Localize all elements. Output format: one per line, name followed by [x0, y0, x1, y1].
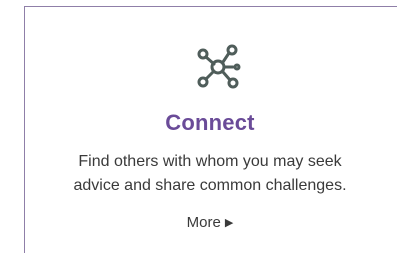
card-title: Connect: [165, 110, 255, 135]
network-connect-icon: [194, 42, 242, 92]
card-description: Find others with whom you may seek advic…: [24, 150, 396, 198]
card-description-line-1: Find others with whom you may seek: [78, 153, 342, 170]
card-top-border: [24, 6, 397, 7]
more-link[interactable]: More ▶: [24, 214, 396, 231]
card-description-line-2: advice and share common challenges.: [73, 177, 347, 194]
triangle-right-icon: ▶: [224, 217, 234, 229]
more-link-label: More: [186, 214, 221, 231]
